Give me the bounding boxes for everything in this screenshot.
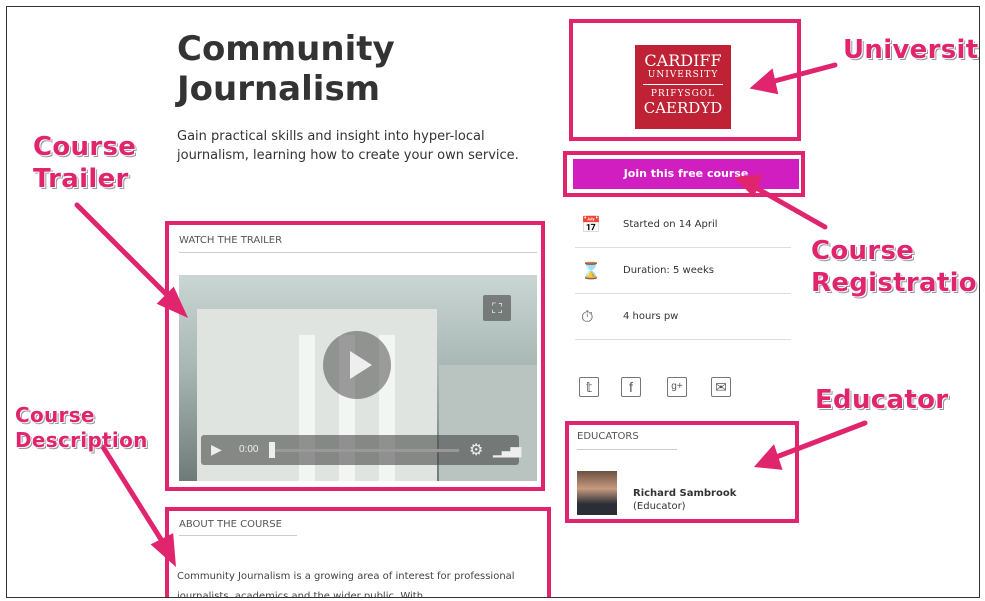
arrow-university: [764, 62, 838, 86]
callout-description-line-1: Course: [15, 403, 95, 427]
arrow-educator-head: [753, 444, 783, 470]
arrow-trailer: [74, 202, 178, 306]
callout-course-registration: Course Registration: [811, 235, 980, 299]
callout-description-line-2: Description: [15, 428, 148, 452]
arrow-educator: [768, 420, 868, 462]
callout-registration-line-1: Course: [811, 236, 915, 266]
callout-course-trailer: Course Trailer: [33, 131, 136, 195]
callout-course-description: Course Description: [15, 403, 148, 453]
arrow-description: [100, 444, 170, 552]
annotation-arrows: [74, 62, 868, 568]
callout-trailer-line-1: Course: [33, 132, 137, 162]
arrow-registration-head: [733, 174, 763, 198]
arrow-description-head: [150, 533, 177, 568]
callout-registration-line-2: Registration: [811, 268, 980, 298]
screenshot-frame: Community Journalism Gain practical skil…: [6, 6, 980, 598]
arrow-registration: [748, 182, 828, 230]
callout-university: University: [843, 35, 979, 65]
arrow-university-head: [749, 68, 779, 95]
callout-trailer-line-2: Trailer: [33, 164, 129, 194]
callout-educator: Educator: [815, 385, 949, 415]
